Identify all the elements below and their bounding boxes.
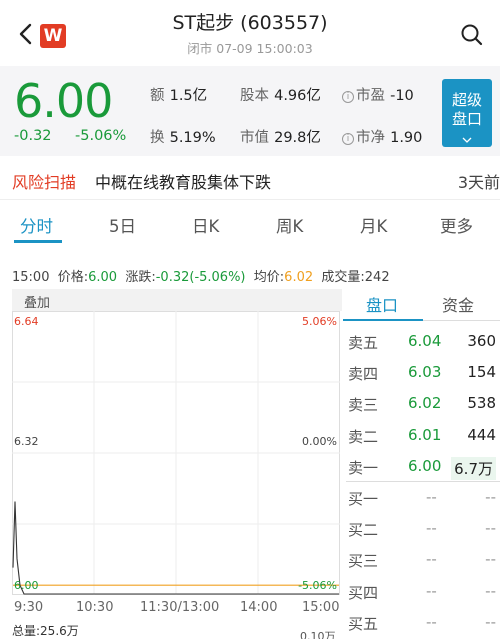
y-label-top-right: 5.06% xyxy=(302,315,337,328)
orderbook-volume: 6.7万 xyxy=(451,456,496,480)
last-price: 6.00 xyxy=(14,74,113,128)
orderbook-price: 6.03 xyxy=(408,363,442,382)
market-status: 闭市 07-09 15:00:03 xyxy=(187,41,313,56)
tab-active-indicator xyxy=(343,319,423,321)
x-label: 15:00 xyxy=(302,600,340,615)
orderbook-volume: -- xyxy=(485,581,496,600)
orderbook-level: 买三 xyxy=(348,552,379,571)
header: W ST起步 (603557) 闭市 07-09 15:00:03 xyxy=(0,0,500,66)
orderbook-volume: -- xyxy=(485,550,496,569)
orderbook-volume: -- xyxy=(485,488,496,506)
turnover-stat: 换 5.19% xyxy=(150,130,216,146)
x-label: 11:30/13:00 xyxy=(140,600,220,615)
orderbook-level: 卖二 xyxy=(348,427,379,446)
orderbook-level: 买一 xyxy=(348,490,379,508)
pe-stat[interactable]: i 市盈 -10 xyxy=(342,84,414,105)
super-orderbook-button[interactable]: 超级 盘口 xyxy=(442,79,492,147)
orderbook-row: 卖二 6.01 444 xyxy=(346,420,500,452)
orderbook-volume: -- xyxy=(485,612,496,631)
quote-panel: 6.00 -0.32 -5.06% 额 1.5亿 股本 4.96亿 i 市盈 -1… xyxy=(0,66,500,156)
amount-stat: 额 1.5亿 xyxy=(150,88,208,104)
orderbook-volume: 444 xyxy=(467,425,496,444)
orderbook-level: 买五 xyxy=(348,614,379,633)
tab-intraday[interactable]: 分时 xyxy=(20,213,53,237)
orderbook-row: 卖五 6.04 360 xyxy=(346,326,500,358)
chart-tabs: 分时 5日 日K 周K 月K 更多 xyxy=(0,200,500,250)
divider xyxy=(423,320,500,321)
info-icon: i xyxy=(342,91,354,103)
tab-capital[interactable]: 资金 xyxy=(442,292,474,316)
orderbook-price: 6.04 xyxy=(408,332,442,350)
y-label-bot-left: 6.00 xyxy=(14,579,39,592)
orderbook-price: -- xyxy=(426,488,437,506)
orderbook-level: 卖一 xyxy=(348,458,379,477)
orderbook-price: -- xyxy=(426,581,437,600)
orderbook-level: 卖五 xyxy=(348,334,379,352)
tab-5day[interactable]: 5日 xyxy=(109,213,136,237)
orderbook-level: 买二 xyxy=(348,521,379,540)
orderbook-volume: 538 xyxy=(467,394,496,413)
orderbook-volume: -- xyxy=(485,519,496,538)
crosshair-info: 15:00 价格:6.00 涨跌:-0.32(-5.06%) 均价:6.02 成… xyxy=(12,270,390,285)
intraday-chart[interactable]: 6.64 5.06% 6.32 0.00% 6.00 -5.06% xyxy=(12,311,340,595)
orderbook-row: 卖一 6.00 6.7万 xyxy=(346,451,500,483)
tab-active-indicator xyxy=(14,240,62,243)
risk-scan-text: 中概在线教育股集体下跌 xyxy=(95,173,272,192)
orderbook-row: 买三 -- -- xyxy=(346,544,500,576)
orderbook-price: -- xyxy=(426,550,437,569)
x-label: 10:30 xyxy=(76,600,114,615)
orderbook-row: 卖四 6.03 154 xyxy=(346,357,500,389)
y-label-bot-right: -5.06% xyxy=(298,579,337,592)
orderbook-price: 6.02 xyxy=(408,394,442,413)
tab-monthly-k[interactable]: 月K xyxy=(360,213,387,237)
y-label-top-left: 6.64 xyxy=(14,315,39,328)
orderbook-row: 买四 -- -- xyxy=(346,576,500,608)
orderbook-row: 买五 -- -- xyxy=(346,607,500,639)
price-change-pct: -5.06% xyxy=(75,128,127,144)
tab-orderbook[interactable]: 盘口 xyxy=(366,292,398,316)
tab-daily-k[interactable]: 日K xyxy=(192,213,219,237)
orderbook-volume: 154 xyxy=(467,363,496,382)
risk-scan-row[interactable]: 风险扫描 中概在线教育股集体下跌 3天前 xyxy=(0,156,500,200)
orderbook-row: 卖三 6.02 538 xyxy=(346,388,500,420)
mcap-stat: 市值 29.8亿 xyxy=(240,130,321,146)
volume-scale: 0.10万 xyxy=(300,630,336,639)
orderbook-level: 卖三 xyxy=(348,396,379,415)
overlay-button[interactable]: 叠加 xyxy=(12,289,342,311)
total-volume: 总量:25.6万 xyxy=(12,624,79,638)
orderbook-price: -- xyxy=(426,519,437,538)
tab-weekly-k[interactable]: 周K xyxy=(276,213,303,237)
search-icon[interactable] xyxy=(459,22,485,48)
chevron-down-icon xyxy=(462,137,472,143)
page-title: ST起步 (603557) xyxy=(172,12,328,34)
price-change: -0.32 xyxy=(14,128,52,144)
risk-scan-label: 风险扫描 xyxy=(12,173,77,192)
orderbook-price: 6.01 xyxy=(408,425,442,444)
pb-stat[interactable]: i 市净 1.90 xyxy=(342,126,422,147)
x-label: 14:00 xyxy=(240,600,278,615)
orderbook-level: 买四 xyxy=(348,583,379,602)
risk-scan-time: 3天前 xyxy=(457,173,500,192)
tab-more[interactable]: 更多 xyxy=(440,213,473,237)
orderbook-price: 6.00 xyxy=(408,456,442,475)
orderbook-volume: 360 xyxy=(467,332,496,350)
info-icon: i xyxy=(342,133,354,145)
y-label-mid-right: 0.00% xyxy=(302,435,337,448)
shares-stat: 股本 4.96亿 xyxy=(240,88,321,104)
orderbook-row: 买二 -- -- xyxy=(346,513,500,545)
orderbook-price: -- xyxy=(426,612,437,631)
orderbook-level: 卖四 xyxy=(348,365,379,384)
y-label-mid-left: 6.32 xyxy=(14,435,39,448)
divider xyxy=(346,481,500,482)
x-label: 9:30 xyxy=(14,600,44,615)
orderbook-row: 买一 -- -- xyxy=(346,482,500,514)
